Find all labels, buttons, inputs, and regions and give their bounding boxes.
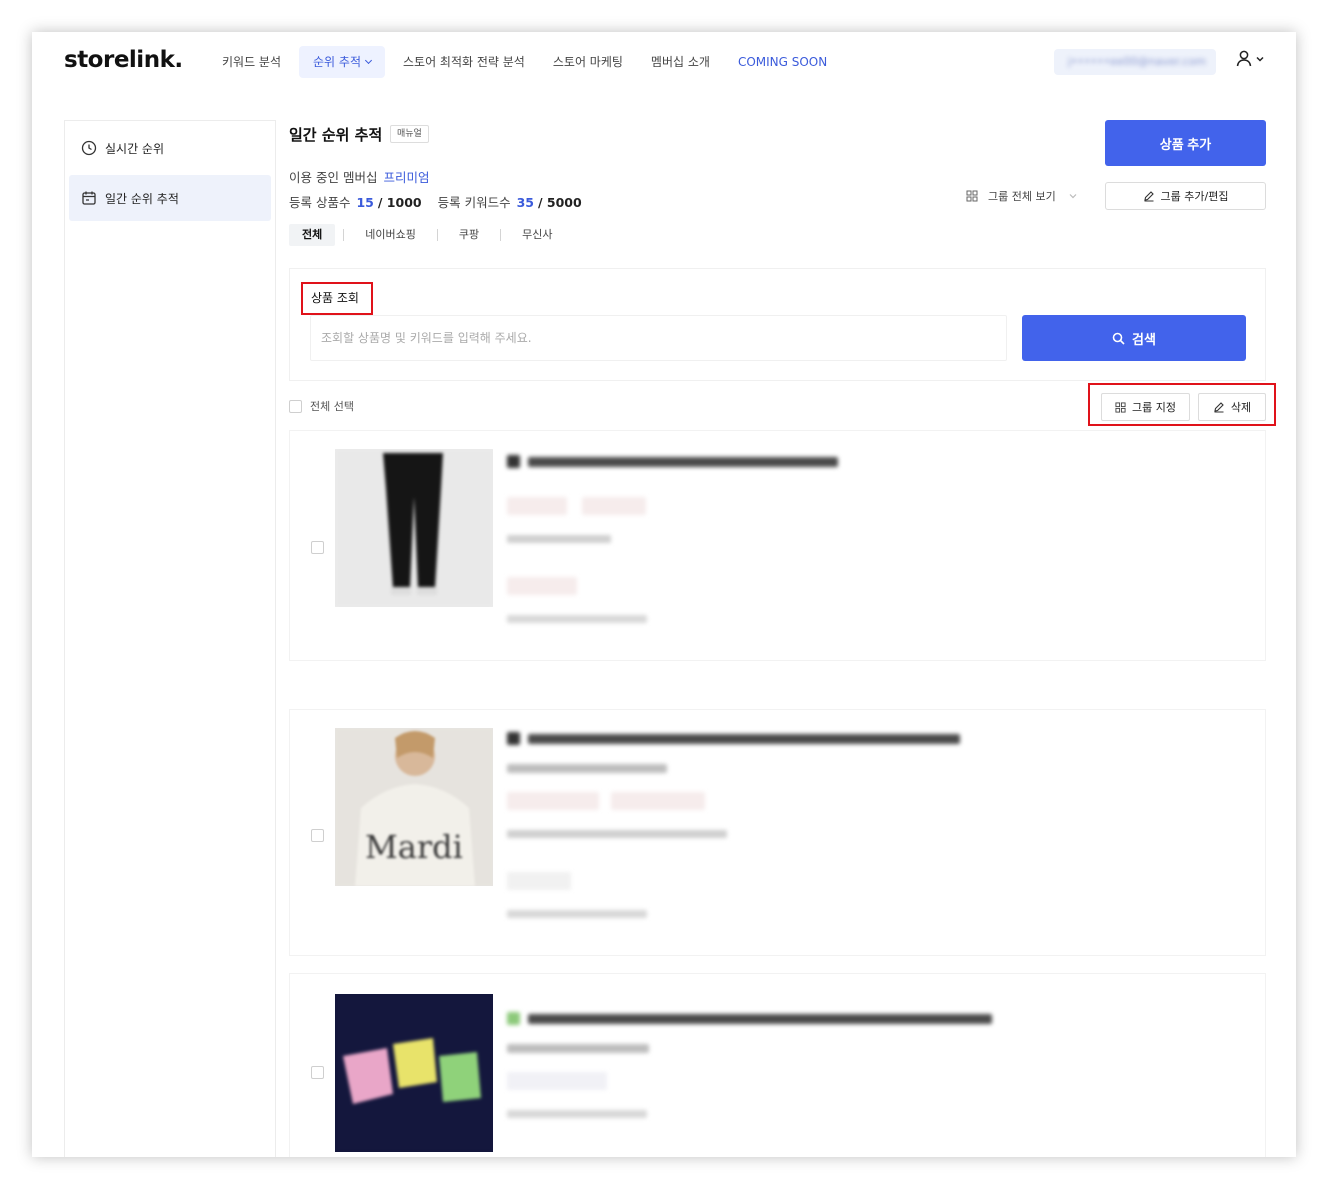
manual-badge[interactable]: 매뉴얼 bbox=[390, 125, 429, 143]
nav-store-marketing[interactable]: 스토어 마케팅 bbox=[539, 46, 637, 78]
user-menu-button[interactable] bbox=[1236, 50, 1265, 67]
keyword-chip bbox=[507, 1072, 607, 1090]
search-button-label: 검색 bbox=[1132, 331, 1156, 347]
product-card bbox=[289, 430, 1266, 661]
chevron-down-icon bbox=[364, 56, 373, 65]
main-content: 일간 순위 추적 매뉴얼 이용 중인 멤버십 프리미엄 등록 상품수 15/ 100… bbox=[276, 120, 1296, 1157]
tab-divider bbox=[436, 229, 438, 241]
membership-label: 이용 중인 멤버십 bbox=[289, 170, 378, 185]
membership-info: 이용 중인 멤버십 프리미엄 bbox=[289, 167, 429, 186]
rank-info-redacted bbox=[507, 535, 611, 543]
tab-divider bbox=[500, 229, 502, 241]
products-count: 15 bbox=[356, 195, 374, 210]
store-logo-icon bbox=[507, 1012, 520, 1025]
user-email: j••••••ee00@naver.com bbox=[1068, 55, 1207, 68]
product-card: Mardi bbox=[289, 709, 1266, 956]
product-title-redacted[interactable] bbox=[528, 1014, 992, 1024]
search-section-label: 상품 조회 bbox=[301, 282, 373, 315]
select-all-checkbox[interactable]: 전체 선택 bbox=[289, 398, 354, 414]
keywords-total: / 5000 bbox=[537, 195, 582, 210]
tab-coupang[interactable]: 쿠팡 bbox=[446, 224, 492, 246]
search-input[interactable] bbox=[310, 315, 1007, 361]
nav-store-optimization[interactable]: 스토어 최적화 전략 분석 bbox=[389, 46, 539, 78]
product-title-redacted[interactable] bbox=[528, 734, 960, 744]
nav-membership[interactable]: 멤버십 소개 bbox=[637, 46, 724, 78]
nav-keyword-analysis[interactable]: 키워드 분석 bbox=[208, 46, 295, 78]
tab-all[interactable]: 전체 bbox=[289, 224, 336, 246]
rank-info-redacted bbox=[507, 830, 727, 838]
select-all-label: 전체 선택 bbox=[310, 400, 354, 413]
store-info-redacted bbox=[507, 1044, 649, 1053]
search-button[interactable]: 검색 bbox=[1022, 315, 1246, 361]
tab-musinsa[interactable]: 무신사 bbox=[509, 224, 565, 246]
chevron-down-icon bbox=[1256, 56, 1264, 62]
membership-plan[interactable]: 프리미엄 bbox=[383, 170, 429, 185]
group-assign-button[interactable]: 그룹 지정 bbox=[1101, 393, 1190, 421]
tab-naver-shopping[interactable]: 네이버쇼핑 bbox=[352, 224, 429, 246]
bulk-action-group: 그룹 지정 삭제 bbox=[1088, 383, 1276, 426]
date-info-redacted bbox=[507, 615, 647, 623]
sidebar-item-daily-rank[interactable]: 일간 순위 추적 bbox=[69, 175, 271, 221]
app-window: storelink. 키워드 분석 순위 추적 스토어 최적화 전략 분석 스토… bbox=[32, 32, 1296, 1157]
date-info-redacted bbox=[507, 910, 647, 918]
keyword-chip bbox=[507, 497, 567, 515]
page-title: 일간 순위 추적 bbox=[289, 126, 383, 144]
checkbox[interactable] bbox=[289, 399, 302, 413]
product-checkbox[interactable] bbox=[311, 1066, 324, 1079]
keywords-count: 35 bbox=[516, 195, 534, 210]
sidebar: 실시간 순위 일간 순위 추적 bbox=[64, 120, 276, 1157]
grid-icon bbox=[1115, 401, 1126, 413]
products-total: / 1000 bbox=[377, 195, 422, 210]
main-nav: 키워드 분석 순위 추적 스토어 최적화 전략 분석 스토어 마케팅 멤버십 소… bbox=[208, 46, 841, 78]
group-view-select[interactable]: 그룹 전체 보기 bbox=[966, 182, 1096, 210]
sidebar-item-realtime-rank[interactable]: 실시간 순위 bbox=[69, 125, 271, 171]
products-count-label: 등록 상품수 bbox=[289, 195, 351, 210]
group-edit-label: 그룹 추가/편집 bbox=[1160, 190, 1229, 203]
product-checkbox[interactable] bbox=[311, 829, 324, 842]
keyword-chip bbox=[582, 497, 646, 515]
nav-coming-soon[interactable]: COMING SOON bbox=[724, 46, 841, 78]
store-logo-icon bbox=[507, 455, 520, 468]
pencil-icon bbox=[1143, 191, 1154, 202]
keywords-count-label: 등록 키워드수 bbox=[437, 195, 511, 210]
nav-rank-tracking-label: 순위 추적 bbox=[313, 55, 361, 69]
registration-counts: 등록 상품수 15/ 1000 등록 키워드수 35/ 5000 bbox=[289, 192, 594, 211]
chevron-down-icon bbox=[1069, 194, 1077, 199]
product-search-card: 상품 조회 검색 bbox=[289, 268, 1266, 381]
calendar-icon bbox=[82, 191, 96, 205]
sidebar-item-label: 실시간 순위 bbox=[105, 141, 165, 156]
top-header: storelink. 키워드 분석 순위 추적 스토어 최적화 전략 분석 스토… bbox=[32, 32, 1296, 94]
group-assign-label: 그룹 지정 bbox=[1132, 401, 1176, 414]
user-icon bbox=[1236, 50, 1252, 67]
add-product-button[interactable]: 상품 추가 bbox=[1105, 120, 1266, 166]
pencil-icon bbox=[1214, 402, 1224, 413]
product-image-sweatshirt: Mardi bbox=[335, 728, 493, 886]
storelink-logo[interactable]: storelink. bbox=[64, 47, 183, 73]
keyword-chip bbox=[611, 792, 705, 810]
store-logo-icon bbox=[507, 732, 520, 745]
product-image-cloths bbox=[335, 994, 493, 1152]
platform-tabs: 전체 네이버쇼핑 쿠팡 무신사 bbox=[289, 224, 565, 246]
tab-divider bbox=[343, 229, 345, 241]
search-icon bbox=[1112, 332, 1125, 345]
store-info-redacted bbox=[507, 764, 667, 773]
grid-icon bbox=[966, 190, 978, 202]
svg-text:Mardi: Mardi bbox=[365, 828, 463, 866]
product-image-pants bbox=[335, 449, 493, 607]
sidebar-item-label: 일간 순위 추적 bbox=[105, 191, 179, 206]
product-checkbox[interactable] bbox=[311, 541, 324, 554]
product-title-redacted[interactable] bbox=[528, 457, 838, 467]
delete-button[interactable]: 삭제 bbox=[1198, 393, 1266, 421]
keyword-chip bbox=[507, 577, 577, 595]
group-add-edit-button[interactable]: 그룹 추가/편집 bbox=[1105, 182, 1266, 210]
user-email-pill: j••••••ee00@naver.com bbox=[1054, 49, 1216, 75]
group-view-label: 그룹 전체 보기 bbox=[988, 190, 1056, 203]
nav-rank-tracking[interactable]: 순위 추적 bbox=[299, 46, 385, 78]
product-card bbox=[289, 973, 1266, 1157]
date-info-redacted bbox=[507, 1110, 647, 1118]
keyword-chip bbox=[507, 872, 571, 890]
keyword-chip bbox=[507, 792, 599, 810]
delete-label: 삭제 bbox=[1230, 401, 1252, 414]
clock-icon bbox=[81, 140, 97, 156]
